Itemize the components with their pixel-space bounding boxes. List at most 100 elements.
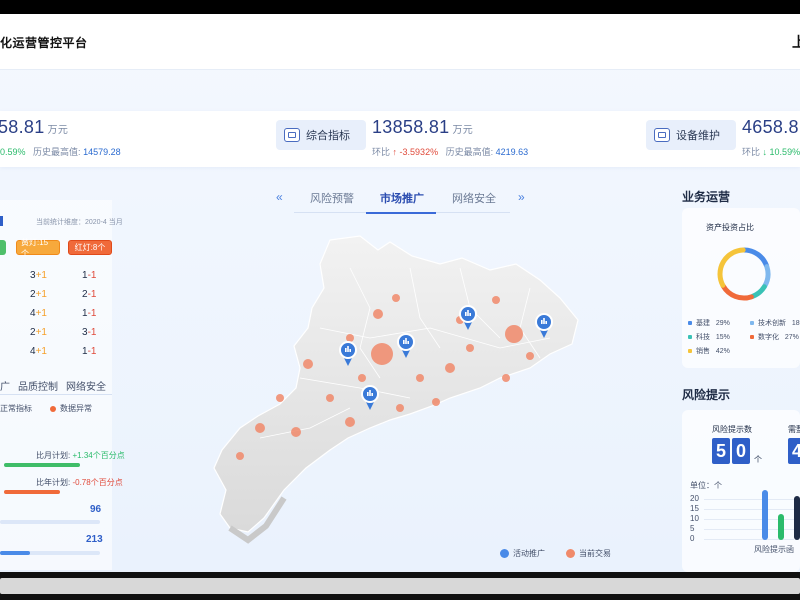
donut-segment: [717, 247, 746, 288]
grid-line: [704, 509, 794, 510]
risk-digit: 5: [712, 438, 730, 464]
yellow-light-pill[interactable]: 黄灯:15个: [16, 238, 60, 258]
donut-legend-item: 基建 29%: [688, 318, 730, 328]
trade-marker[interactable]: [345, 417, 355, 427]
y-tick-label: 5: [690, 524, 695, 533]
dashboard-screen: 化运营管控平台 上 58.81 万元 0.59% 历史最高值: 14579.28 …: [0, 14, 800, 572]
risk-label-partial: 需整: [788, 425, 800, 434]
trade-marker[interactable]: [303, 359, 313, 369]
table-row: 1-1: [82, 270, 97, 281]
table-row: 1-1: [82, 346, 97, 357]
trade-marker[interactable]: [276, 394, 284, 402]
donut-title: 资产投资占比: [706, 223, 754, 232]
stat-card-composite[interactable]: 综合指标 13858.81 万元 环比 ↑ -3.5932% 历史最高值: 421…: [276, 111, 556, 167]
table-row: 3-1: [82, 327, 97, 338]
trade-marker[interactable]: [373, 309, 383, 319]
stat-hist-value: 4219.63: [495, 147, 529, 157]
stat-dimension-note: 当前统计维度：2020-4 当月: [36, 219, 123, 226]
trade-marker[interactable]: [416, 374, 424, 382]
stat-ratio: 0.59%: [0, 147, 26, 157]
tab-market-promotion[interactable]: 市场推广: [380, 190, 424, 206]
trade-marker[interactable]: [432, 398, 440, 406]
top-bar: 化运营管控平台 上: [0, 14, 800, 70]
progress-track-1: [0, 520, 100, 524]
legend-swatch-icon: [750, 321, 754, 326]
trade-marker[interactable]: [358, 374, 366, 382]
legend-normal: 正常指标: [0, 404, 32, 413]
rectify-digit: 4: [788, 438, 800, 464]
donut-legend-item: 销售 42%: [688, 346, 730, 356]
tab-network-security[interactable]: 网络安全: [66, 378, 106, 393]
table-row: 1-1: [82, 308, 97, 319]
trade-marker[interactable]: [492, 296, 500, 304]
trade-marker[interactable]: [526, 352, 534, 360]
plan1-bar: [4, 463, 80, 467]
arrow-down-icon: ↓: [762, 147, 768, 157]
stat-card-left[interactable]: 58.81 万元 0.59% 历史最高值: 14579.28: [0, 111, 200, 167]
table-row: 4+1: [30, 346, 47, 357]
y-tick-label: 15: [690, 504, 699, 513]
risk-bar-label: 风险提示函: [754, 545, 794, 554]
risk-digit: 0: [732, 438, 750, 464]
center-tabs: « 风险预警 市场推广 网络安全 »: [276, 186, 526, 214]
trade-marker[interactable]: [326, 394, 334, 402]
green-light-pill[interactable]: [0, 240, 6, 255]
stat-card-maintenance[interactable]: 设备维护 4658.81 环比 ↓ 10.59%: [646, 111, 800, 167]
left-tab-partial[interactable]: 广: [0, 378, 10, 393]
trade-dot-icon: [566, 549, 575, 559]
trade-marker[interactable]: [445, 363, 455, 373]
table-row: 4+1: [30, 308, 47, 319]
tab-network-security-center[interactable]: 网络安全: [452, 190, 496, 206]
grid-line: [704, 499, 794, 500]
section-risk-alert: 风险提示: [682, 388, 731, 402]
trade-marker[interactable]: [371, 343, 393, 365]
stat-value: 58.81: [0, 117, 45, 137]
stat-badge: 综合指标: [276, 120, 366, 150]
trade-marker[interactable]: [392, 294, 400, 302]
stat-value: 4658.81: [742, 117, 800, 137]
trade-marker[interactable]: [346, 334, 354, 342]
chevron-right-icon[interactable]: »: [518, 190, 525, 204]
legend-swatch-icon: [688, 349, 692, 354]
donut-segment: [741, 247, 770, 269]
risk-bar-blue: [762, 490, 768, 540]
stat-hist-label: 历史最高值:: [445, 147, 494, 157]
dot-icon: [50, 405, 56, 412]
stat-ratio-label: 环比: [372, 147, 391, 157]
stat-hist-label: 历史最高值:: [33, 147, 81, 157]
stat-ratio: 10.59%: [769, 147, 800, 157]
stat-value: 13858.81: [372, 117, 450, 137]
value-96: 96: [90, 504, 102, 515]
window-bottom-frame: [0, 572, 800, 600]
chart-unit-label: 单位：个: [690, 481, 722, 490]
tab-risk-warning[interactable]: 风险预警: [310, 190, 354, 206]
risk-bar-dark: [794, 496, 800, 540]
trade-marker[interactable]: [505, 325, 523, 343]
table-row: 2+1: [30, 289, 47, 300]
risk-count-label: 风险提示数: [712, 425, 752, 434]
monitor-icon: [654, 128, 670, 142]
donut-legend-item: 技术创新 18%: [750, 318, 800, 328]
trade-marker[interactable]: [255, 423, 265, 433]
plan2-value: -0.78个百分点: [72, 478, 123, 487]
trade-marker[interactable]: [396, 404, 404, 412]
tab-quality-control[interactable]: 品质控制: [18, 378, 58, 393]
map-shape: [213, 235, 579, 533]
red-light-pill[interactable]: 红灯:8个: [68, 240, 112, 255]
trade-marker[interactable]: [466, 344, 474, 352]
trade-marker[interactable]: [236, 452, 244, 460]
y-tick-label: 20: [690, 494, 699, 503]
donut-segment: [749, 284, 767, 300]
business-card: 资产投资占比 基建 29% 技术创新 18% 科技 15% 数字化 27% 销售 42%: [682, 208, 800, 368]
stat-ratio: -3.5932%: [399, 147, 439, 157]
legend-abnormal: 数据异常: [60, 404, 92, 413]
province-map[interactable]: [200, 228, 600, 558]
stat-unit: 万元: [452, 125, 474, 136]
chevron-left-icon[interactable]: «: [276, 190, 283, 204]
risk-card: 风险提示数 需整 5 0 个 4 单位：个 20151050 风险提示函: [682, 410, 800, 572]
plan1-value: +1.34个百分点: [72, 451, 125, 460]
trade-marker[interactable]: [291, 427, 301, 437]
value-213: 213: [86, 534, 103, 545]
trade-marker[interactable]: [502, 374, 510, 382]
stat-ratio-label: 环比: [742, 147, 761, 157]
